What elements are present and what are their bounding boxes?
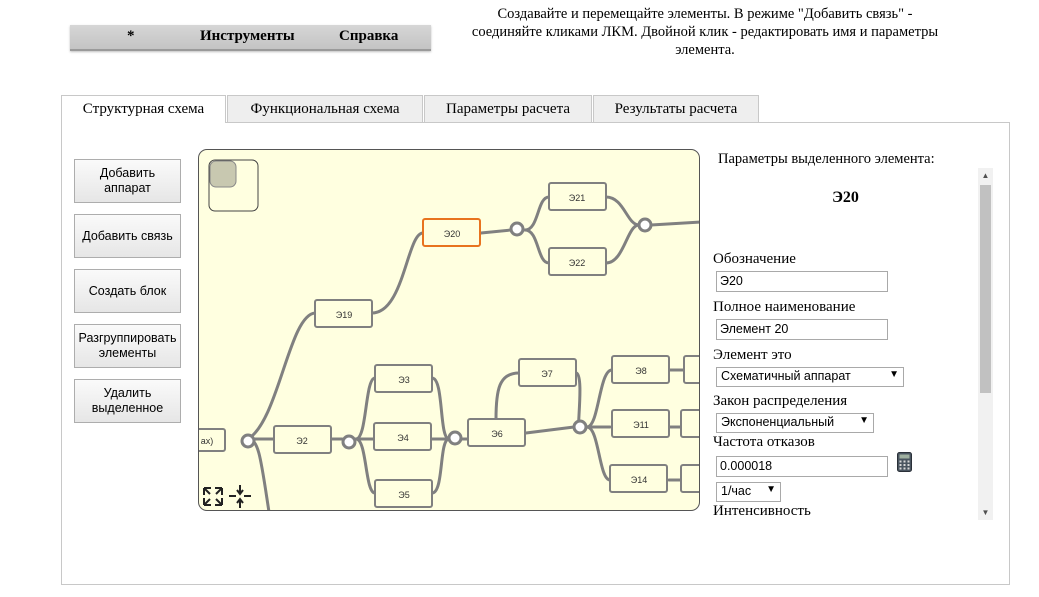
junction-node bbox=[240, 433, 256, 449]
node-label: Э14 bbox=[631, 475, 647, 485]
junction-node bbox=[572, 419, 588, 435]
properties-panel: Параметры выделенного элемента: Э20 Обоз… bbox=[713, 149, 993, 519]
element-type-select[interactable]: Схематичный аппарат ▼ bbox=[716, 367, 904, 387]
distribution-label: Закон распределения bbox=[713, 393, 848, 409]
node-label: ах) bbox=[201, 436, 214, 446]
node-label: Э7 bbox=[541, 369, 552, 379]
failure-rate-input[interactable]: 0.000018 bbox=[716, 456, 888, 477]
fullscreen-icon bbox=[203, 487, 223, 506]
distribution-select[interactable]: Экспоненциальный ▼ bbox=[716, 413, 874, 433]
chevron-down-icon: ▼ bbox=[766, 484, 776, 495]
calculator-icon[interactable] bbox=[897, 452, 912, 472]
add-device-button[interactable]: Добавить аппарат bbox=[74, 159, 181, 203]
menu-tools[interactable]: Инструменты bbox=[200, 28, 295, 45]
tab-functional-scheme[interactable]: Функциональная схема bbox=[227, 95, 423, 122]
scrollbar-thumb[interactable] bbox=[980, 185, 991, 393]
junction-node bbox=[637, 217, 653, 233]
designation-input[interactable]: Э20 bbox=[716, 271, 888, 292]
failure-rate-label: Частота отказов bbox=[713, 434, 815, 450]
chevron-down-icon: ▼ bbox=[889, 369, 899, 380]
junction-node bbox=[341, 434, 357, 450]
node-label: Э22 bbox=[569, 258, 585, 268]
distribution-value: Экспоненциальный bbox=[721, 415, 835, 429]
node-label: Э3 bbox=[398, 375, 409, 385]
node-label: Э4 bbox=[397, 433, 408, 443]
node-label: Э19 bbox=[336, 310, 352, 320]
node-label: Э6 bbox=[491, 429, 502, 439]
hint-text: Создавайте и перемещайте элементы. В реж… bbox=[471, 6, 939, 58]
node-label: Э11 bbox=[633, 420, 649, 430]
menu-bar: * Инструменты Справка bbox=[70, 25, 431, 51]
element-type-value: Схематичный аппарат bbox=[721, 369, 851, 383]
menu-help[interactable]: Справка bbox=[339, 28, 398, 45]
junction-node bbox=[509, 221, 525, 237]
element-name: Э20 bbox=[832, 189, 859, 206]
chevron-down-icon: ▼ bbox=[859, 415, 869, 426]
unit-select[interactable]: 1/час ▼ bbox=[716, 482, 781, 502]
minimap-viewport bbox=[209, 160, 237, 188]
fullname-label: Полное наименование bbox=[713, 299, 856, 315]
diagram-canvas[interactable]: ах) Э2 Э3 Э4 Э5 Э6 Э7 Э8 Э11 Э14 Э19 Э20… bbox=[198, 149, 700, 511]
designation-label: Обозначение bbox=[713, 251, 796, 267]
add-link-button[interactable]: Добавить связь bbox=[74, 214, 181, 258]
props-scrollbar[interactable]: ▲ ▼ bbox=[978, 168, 993, 520]
unit-value: 1/час bbox=[721, 484, 752, 498]
scroll-down-icon[interactable]: ▼ bbox=[978, 505, 993, 520]
tab-calc-params[interactable]: Параметры расчета bbox=[424, 95, 592, 122]
scroll-up-icon[interactable]: ▲ bbox=[978, 168, 993, 183]
node-label: Э2 bbox=[296, 436, 307, 446]
center-icon bbox=[229, 485, 251, 508]
node-label: Э21 bbox=[569, 193, 585, 203]
delete-selected-button[interactable]: Удалить выделенное bbox=[74, 379, 181, 423]
create-block-button[interactable]: Создать блок bbox=[74, 269, 181, 313]
fullname-input[interactable]: Элемент 20 bbox=[716, 319, 888, 340]
props-title: Параметры выделенного элемента: bbox=[718, 151, 935, 167]
element-type-label: Элемент это bbox=[713, 347, 792, 363]
intensity-label: Интенсивность bbox=[713, 503, 811, 519]
junction-node bbox=[447, 430, 463, 446]
node-label-selected: Э20 bbox=[444, 229, 460, 239]
ungroup-button[interactable]: Разгруппировать элементы bbox=[74, 324, 181, 368]
node-label: Э8 bbox=[635, 366, 646, 376]
menu-star[interactable]: * bbox=[127, 28, 135, 45]
tab-calc-results[interactable]: Результаты расчета bbox=[593, 95, 759, 122]
diagram-svg: ах) Э2 Э3 Э4 Э5 Э6 Э7 Э8 Э11 Э14 Э19 Э20… bbox=[199, 159, 699, 510]
node-label: Э5 bbox=[398, 490, 409, 500]
tab-structural-scheme[interactable]: Структурная схема bbox=[61, 95, 226, 123]
